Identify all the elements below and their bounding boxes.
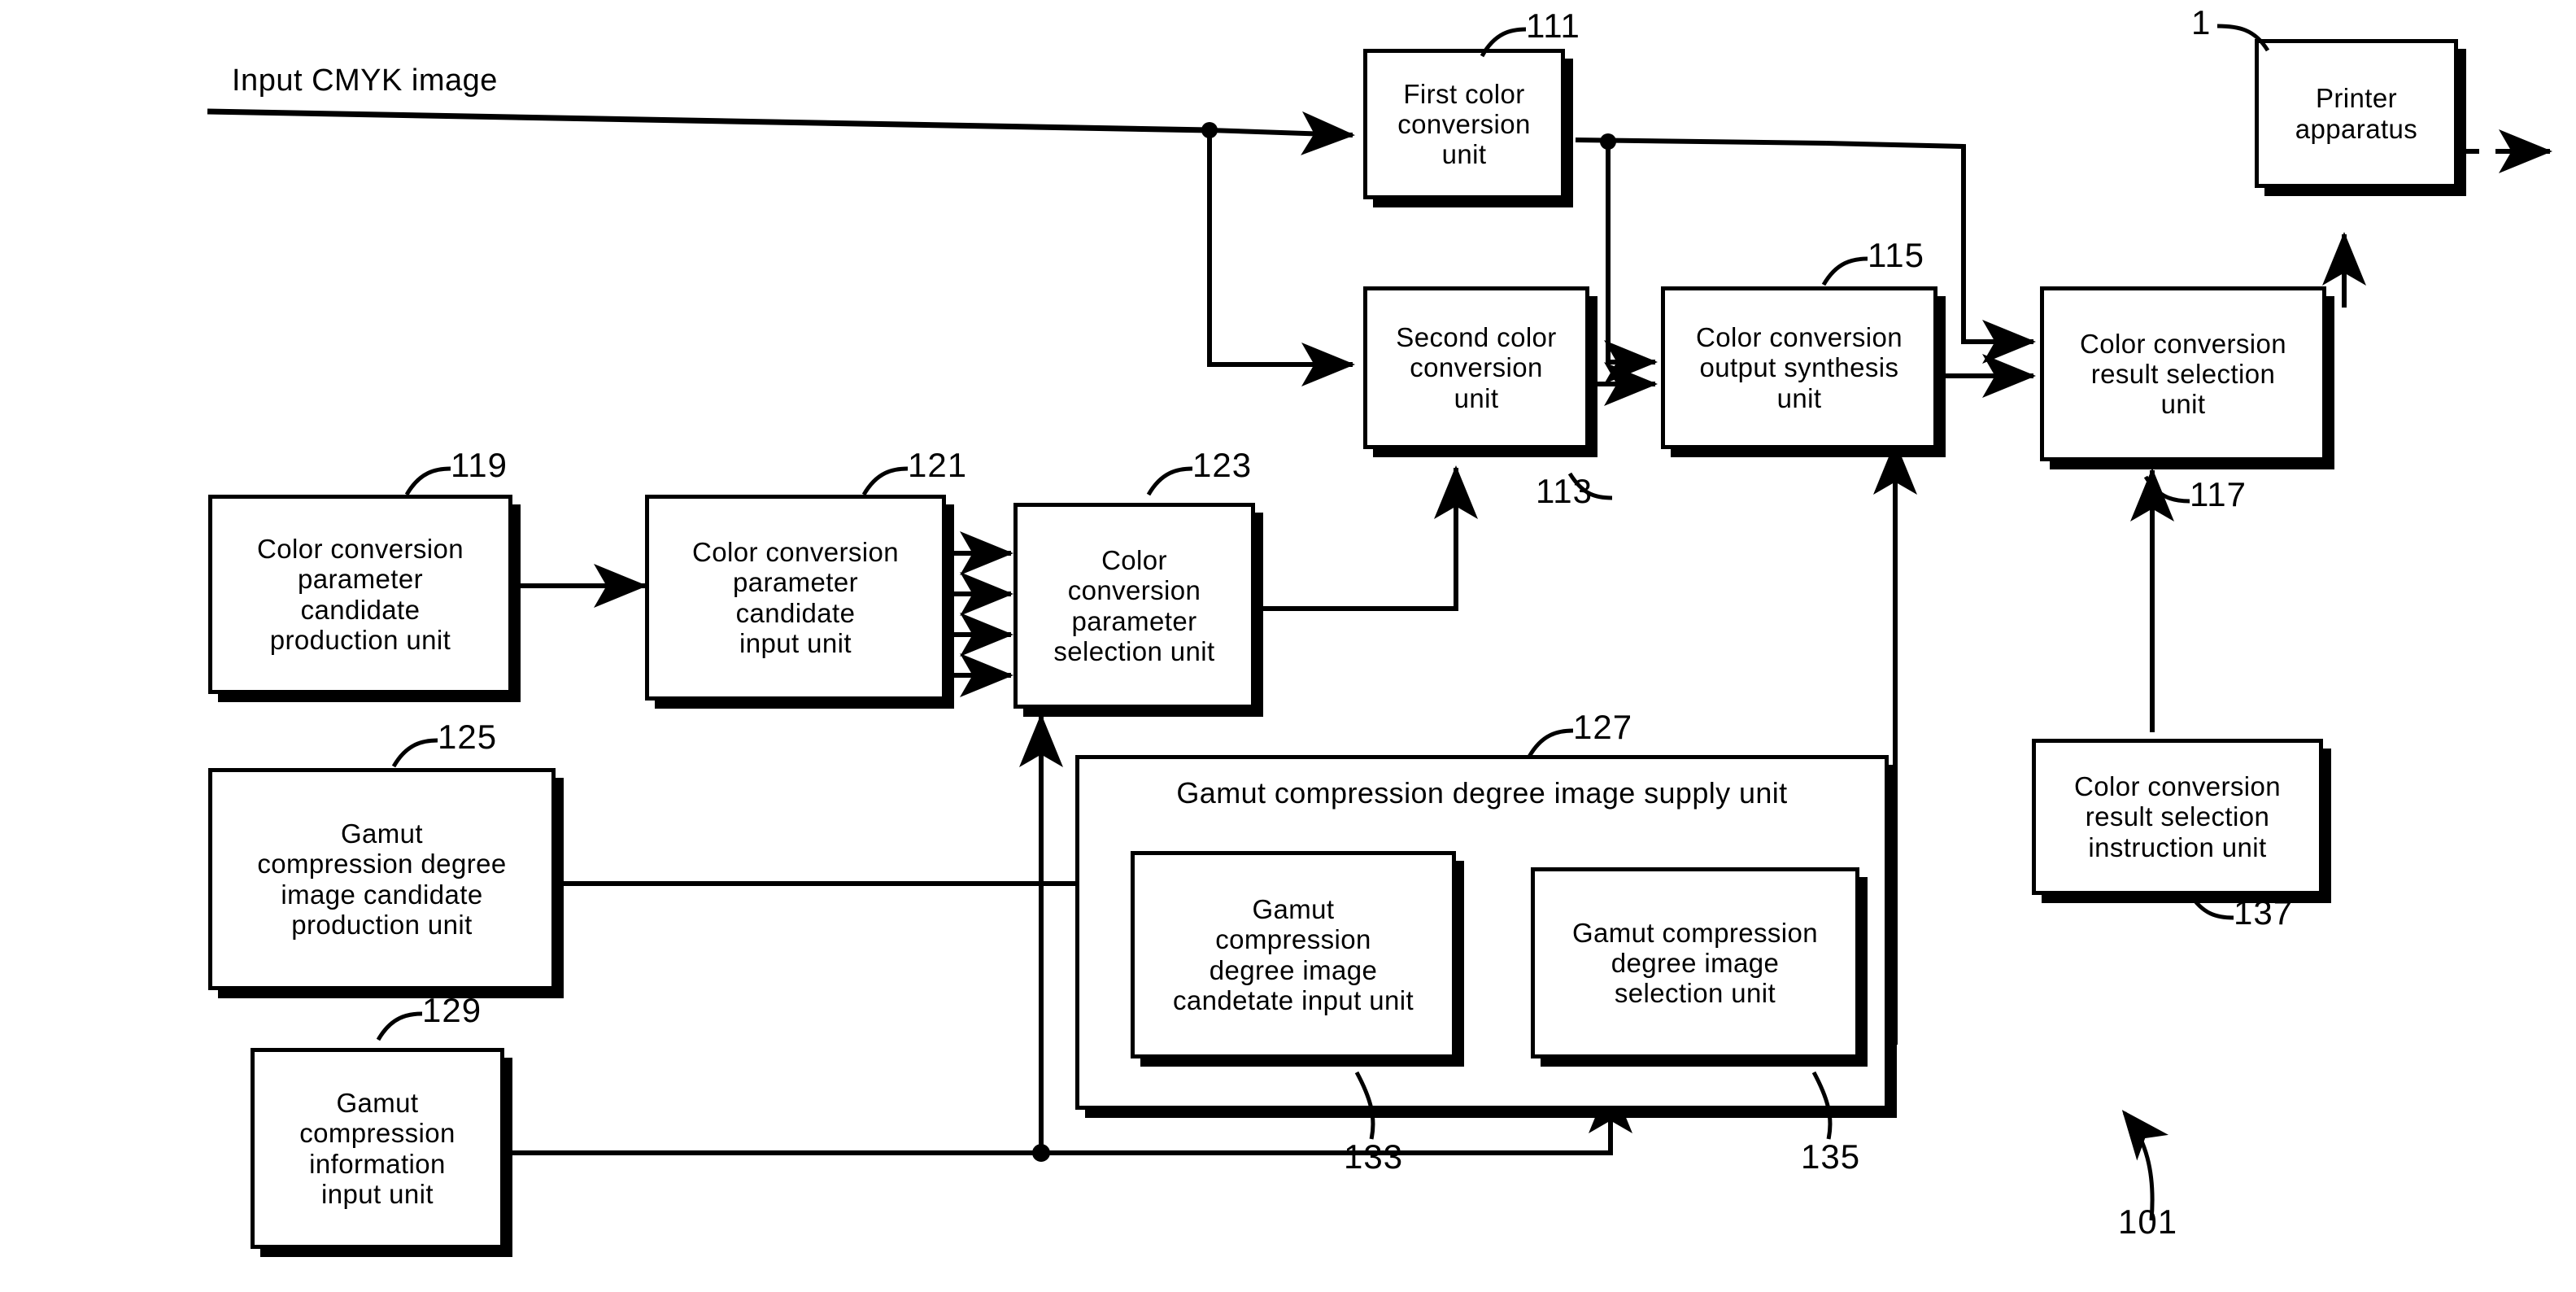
reference-numeral-129: 129 xyxy=(422,991,482,1029)
block-label: Gamut compression degree image selection u… xyxy=(1571,917,1819,1009)
reference-numeral-137: 137 xyxy=(2234,893,2294,932)
block-gamut-compression-degree-image-candidate-production-unit[interactable]: Gamut compression degree image candidate pr… xyxy=(208,768,556,990)
reference-numeral-111: 111 xyxy=(1526,7,1580,45)
reference-numeral-1: 1 xyxy=(2191,3,2212,41)
reference-numeral-121: 121 xyxy=(908,446,968,484)
block-gamut-compression-information-input-unit[interactable]: Gamut compression information input unit xyxy=(251,1048,504,1249)
block-first-color-conversion-unit[interactable]: First color conversion unit xyxy=(1363,49,1565,199)
block-label: Color conversion parameter candidate produc… xyxy=(256,533,464,655)
reference-numeral-127: 127 xyxy=(1573,708,1633,746)
junction-dot xyxy=(1600,133,1616,150)
block-label: Color conversion parameter selection unit xyxy=(1053,544,1215,666)
block-label: Printer apparatus xyxy=(2295,83,2418,144)
junction-dot xyxy=(1201,122,1218,138)
block-color-conversion-parameter-candidate-input-unit[interactable]: Color conversion parameter candidate input … xyxy=(645,495,946,701)
block-color-conversion-parameter-candidate-production-unit[interactable]: Color conversion parameter candidate produc… xyxy=(208,495,512,694)
reference-numeral-133: 133 xyxy=(1344,1137,1404,1176)
input-signal-label: Input CMYK image xyxy=(232,63,498,98)
block-gamut-compression-degree-image-candetate-input-unit[interactable]: Gamut compression degree image candetate in… xyxy=(1131,851,1456,1058)
block-label: Color conversion parameter candidate input … xyxy=(691,536,899,658)
block-label: Color conversion result selection unit xyxy=(2079,328,2286,420)
block-gamut-compression-degree-image-selection-unit[interactable]: Gamut compression degree image selection u… xyxy=(1531,867,1859,1058)
reference-numeral-115: 115 xyxy=(1868,236,1924,274)
reference-numeral-123: 123 xyxy=(1192,446,1253,484)
block-label: Gamut compression information input unit xyxy=(299,1087,455,1209)
block-label: Gamut compression degree image candidate pr… xyxy=(257,818,507,940)
reference-numeral-125: 125 xyxy=(438,718,498,756)
patent-figure: Input CMYK image First color conversion un… xyxy=(0,0,2576,1292)
reference-numeral-135: 135 xyxy=(1801,1137,1861,1176)
reference-numeral-117: 117 xyxy=(2190,475,2247,513)
block-printer-apparatus[interactable]: Printer apparatus xyxy=(2255,39,2458,188)
reference-numeral-119: 119 xyxy=(451,446,508,484)
block-label: Gamut compression degree image supply un… xyxy=(1176,776,1788,810)
reference-numeral-113: 113 xyxy=(1536,472,1593,510)
block-color-conversion-output-synthesis-unit[interactable]: Color conversion output synthesis unit xyxy=(1661,286,1937,449)
block-label: Second color conversion unit xyxy=(1396,322,1557,413)
reference-numeral-101: 101 xyxy=(2118,1203,2178,1241)
block-color-conversion-result-selection-unit[interactable]: Color conversion result selection unit xyxy=(2040,286,2326,461)
block-color-conversion-result-selection-instruction-unit[interactable]: Color conversion result selection instruct… xyxy=(2032,739,2323,895)
block-label: Gamut compression degree image candetate in… xyxy=(1172,893,1414,1015)
junction-dot xyxy=(1032,1144,1050,1162)
block-label: Color conversion result selection instruct… xyxy=(2073,771,2281,862)
block-label: First color conversion unit xyxy=(1397,78,1531,170)
block-color-conversion-parameter-selection-unit[interactable]: Color conversion parameter selection unit xyxy=(1013,503,1255,709)
block-label: Color conversion output synthesis unit xyxy=(1695,322,1903,413)
block-second-color-conversion-unit[interactable]: Second color conversion unit xyxy=(1363,286,1589,449)
